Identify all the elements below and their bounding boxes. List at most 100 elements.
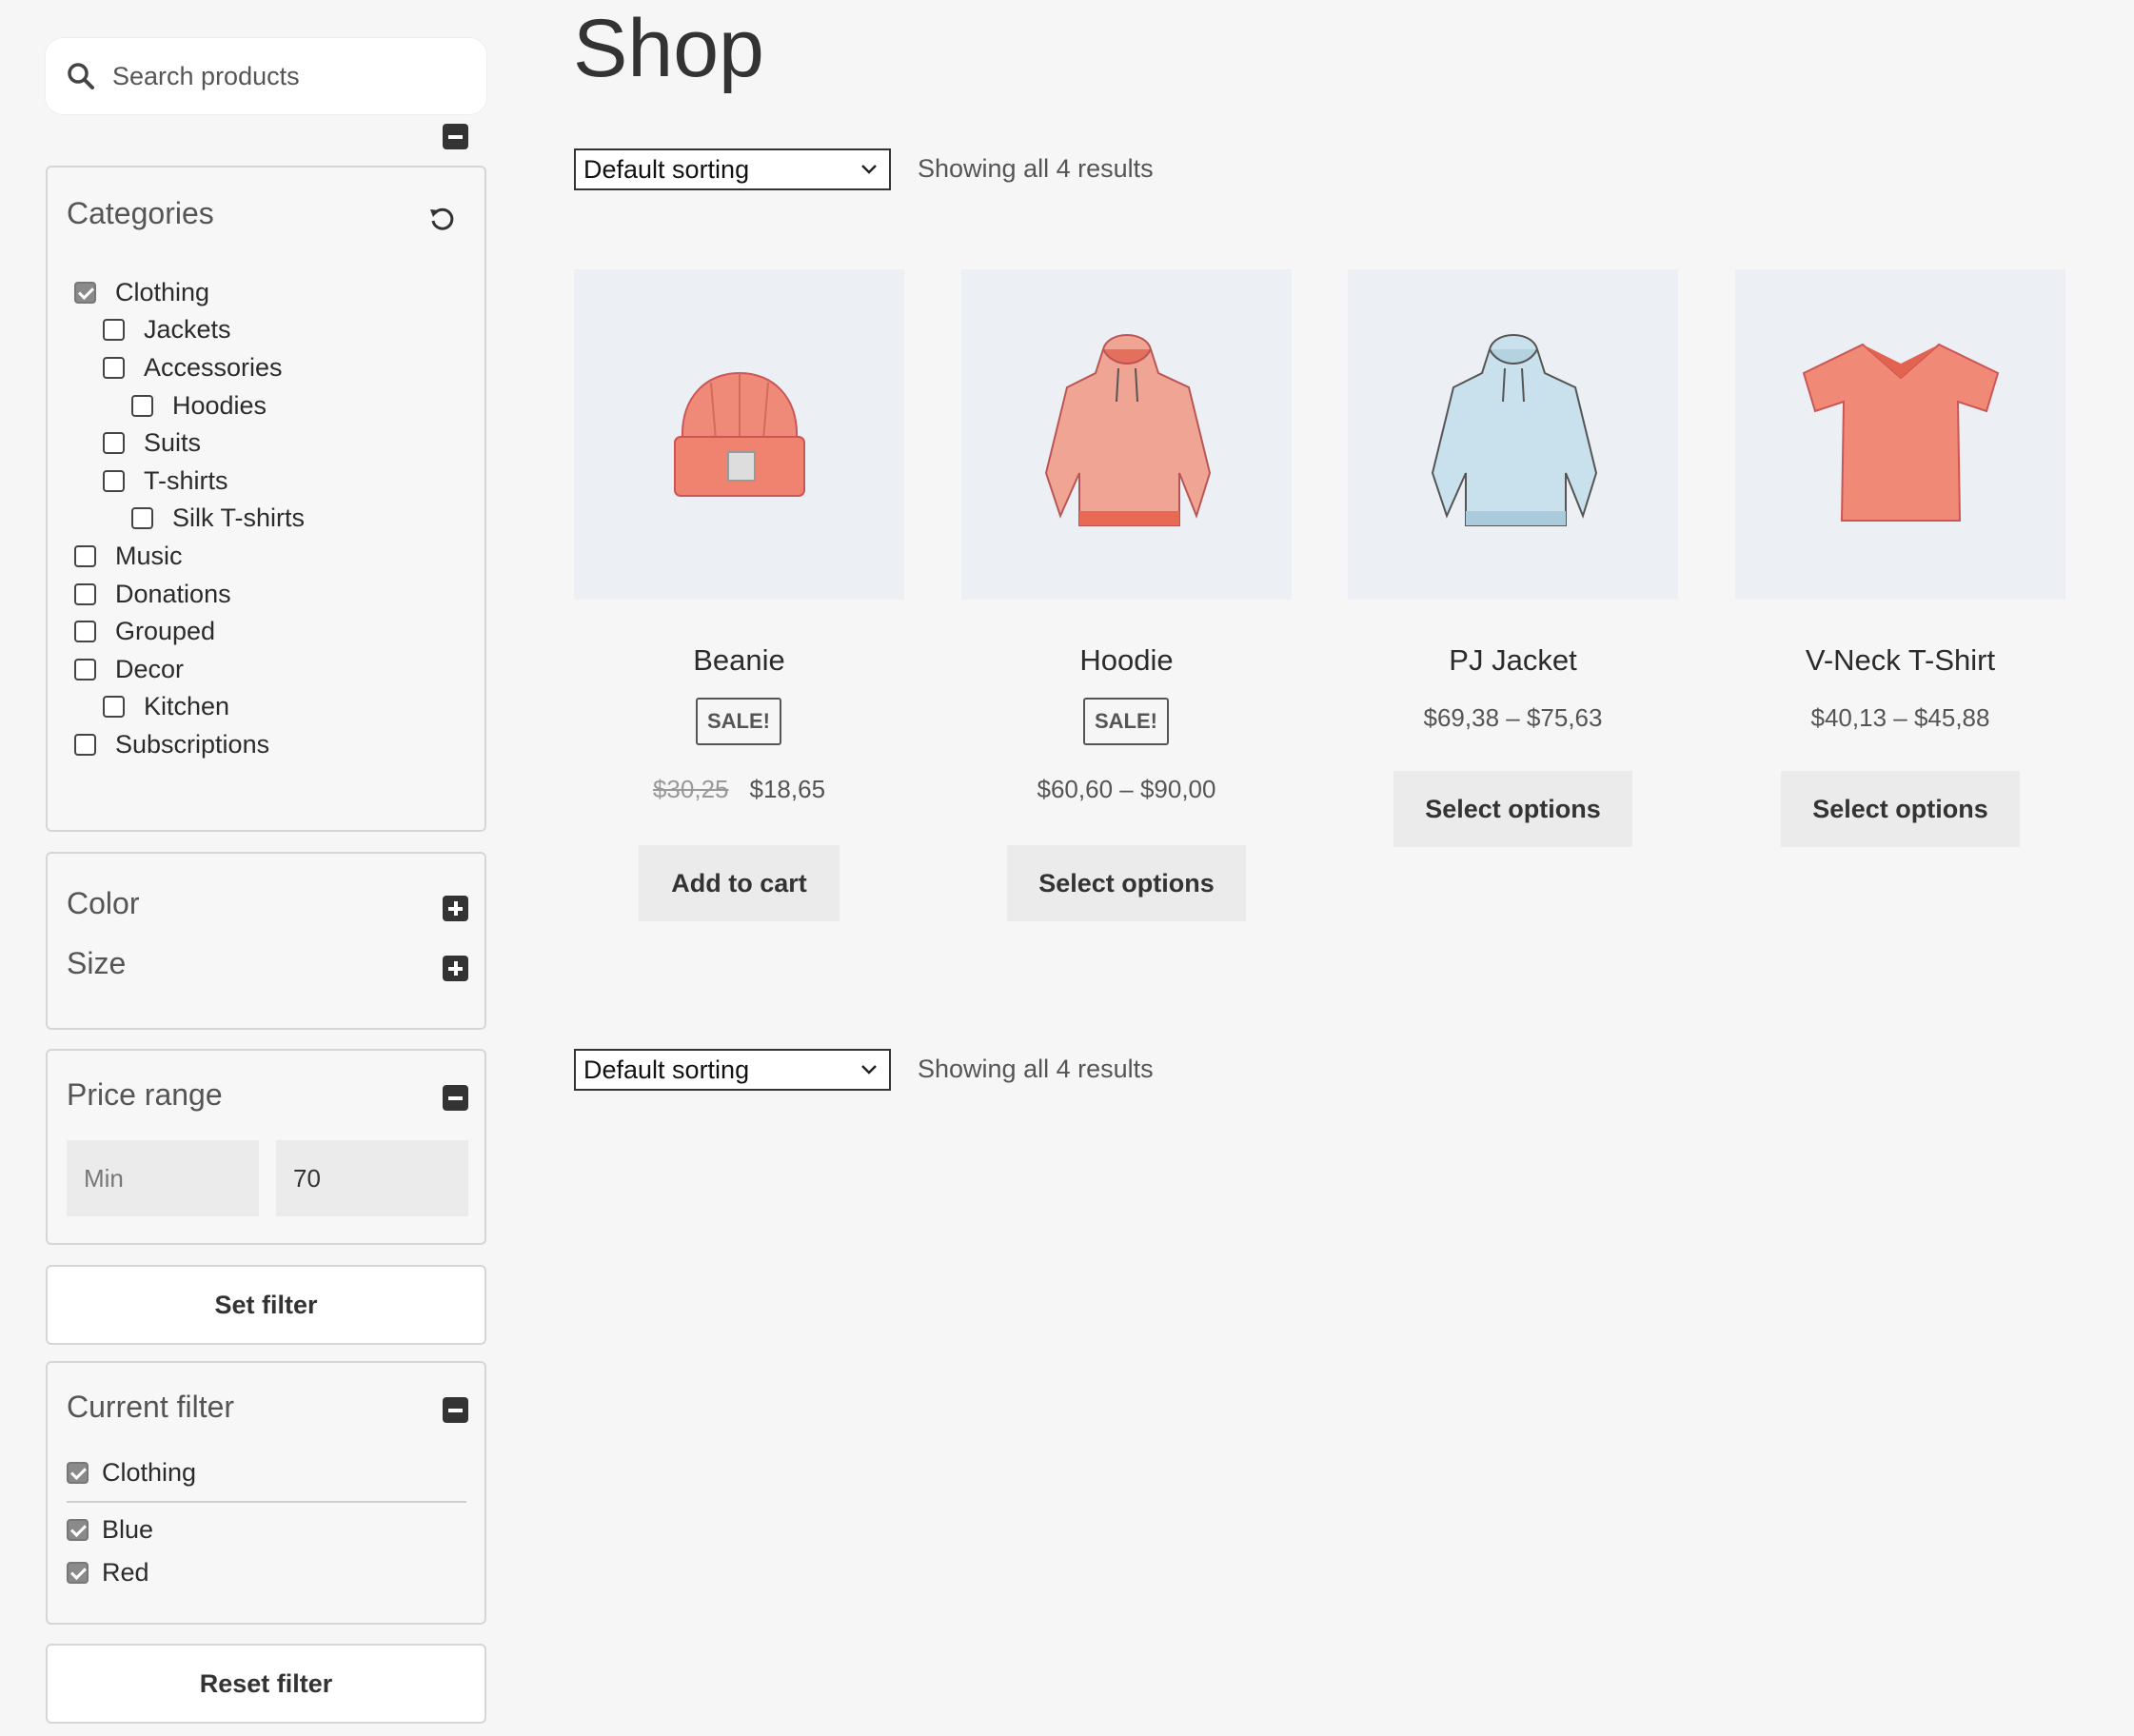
checkbox[interactable] [103,357,125,379]
current-filter-panel: Current filter Clothing Blue Red [46,1361,486,1625]
search-input[interactable]: Search products [46,38,486,114]
category-label: T-shirts [144,466,228,495]
search-icon [68,63,94,89]
checkbox[interactable] [131,507,153,529]
product-name[interactable]: V-Neck T-Shirt [1735,643,2065,678]
category-label: Kitchen [144,692,230,720]
category-grouped[interactable]: Grouped [74,617,215,646]
expand-size-icon[interactable] [443,956,468,981]
sorting-select-bottom[interactable]: Default sorting [574,1049,891,1091]
checkbox[interactable] [74,545,96,567]
sorting-value: Default sorting [583,154,750,184]
sale-badge: SALE! [696,698,781,745]
checkbox-checked[interactable] [67,1519,89,1541]
sorting-select-top[interactable]: Default sorting [574,148,891,190]
product-price: $30,25 $18,65 [574,775,904,804]
select-options-button[interactable]: Select options [1007,845,1246,921]
product-price: $40,13 – $45,88 [1810,703,1990,732]
sorting-value: Default sorting [583,1055,750,1084]
results-count-bottom: Showing all 4 results [918,1055,1154,1083]
filter-label: Clothing [102,1458,197,1487]
collapse-search-icon[interactable] [443,124,468,149]
category-label: Grouped [115,617,216,645]
filter-label: Red [102,1558,149,1587]
category-jackets[interactable]: Jackets [103,315,231,345]
category-donations[interactable]: Donations [74,580,231,609]
current-filter-title: Current filter [67,1390,235,1424]
reset-filter-button[interactable]: Reset filter [46,1644,486,1724]
category-kitchen[interactable]: Kitchen [103,692,229,721]
color-filter-title: Color [67,886,140,920]
categories-title: Categories [67,196,214,230]
price-range-title: Price range [67,1077,223,1112]
category-label: Hoodies [172,391,267,420]
category-accessories[interactable]: Accessories [103,353,283,383]
product-image[interactable] [1735,269,2065,600]
product-name[interactable]: PJ Jacket [1348,643,1678,678]
checkbox[interactable] [74,659,96,681]
category-clothing[interactable]: Clothing [74,278,209,307]
category-hoodies[interactable]: Hoodies [131,391,267,421]
category-label: Donations [115,580,231,608]
size-filter-title: Size [67,946,127,980]
results-count-top: Showing all 4 results [918,154,1154,183]
product-price: $60,60 – $90,00 [1037,775,1216,803]
product-name[interactable]: Beanie [574,643,904,678]
product-card: Hoodie SALE! $60,60 – $90,00 Select opti… [961,269,1292,921]
product-image[interactable] [961,269,1292,600]
sale-badge: SALE! [1083,698,1169,745]
product-card: PJ Jacket $69,38 – $75,63 Select options [1348,269,1678,847]
sale-price: $18,65 [749,775,826,803]
select-options-button[interactable]: Select options [1393,771,1632,847]
checkbox[interactable] [103,696,125,718]
price-max-input[interactable]: 70 [276,1140,468,1216]
checkbox-checked[interactable] [67,1562,89,1584]
search-placeholder: Search products [112,61,300,90]
category-decor[interactable]: Decor [74,655,184,684]
old-price: $30,25 [652,775,729,803]
add-to-cart-button[interactable]: Add to cart [639,845,840,921]
category-silk-t-shirts[interactable]: Silk T-shirts [131,503,305,533]
category-t-shirts[interactable]: T-shirts [103,466,228,496]
reset-categories-icon[interactable] [428,206,455,232]
category-suits[interactable]: Suits [103,428,201,458]
checkbox-checked[interactable] [74,282,96,304]
category-label: Clothing [115,278,210,306]
expand-color-icon[interactable] [443,896,468,921]
product-image[interactable] [1348,269,1678,600]
select-options-button[interactable]: Select options [1781,771,2020,847]
product-card: V-Neck T-Shirt $40,13 – $45,88 Select op… [1735,269,2065,847]
checkbox[interactable] [103,319,125,341]
checkbox[interactable] [131,395,153,417]
category-label: Music [115,542,183,570]
checkbox[interactable] [103,432,125,454]
active-filter-clothing[interactable]: Clothing [67,1458,196,1488]
filter-label: Blue [102,1515,154,1544]
checkbox[interactable] [74,621,96,642]
checkbox[interactable] [103,470,125,492]
active-filter-red[interactable]: Red [67,1558,149,1588]
category-label: Suits [144,428,202,457]
hoodie-icon [1044,333,1211,526]
product-image[interactable] [574,269,904,600]
chevron-down-icon [861,1065,877,1075]
price-min-input[interactable]: Min [67,1140,259,1216]
categories-panel: Categories Clothing Jackets Accessories … [46,166,486,832]
checkbox-checked[interactable] [67,1462,89,1484]
divider [67,1501,466,1503]
category-label: Subscriptions [115,730,270,759]
page-title: Shop [573,3,764,94]
product-price: $69,38 – $75,63 [1423,703,1603,732]
checkbox[interactable] [74,734,96,756]
active-filter-blue[interactable]: Blue [67,1515,153,1545]
checkbox[interactable] [74,583,96,605]
price-range-panel: Price range Min 70 [46,1049,486,1245]
category-label: Accessories [144,353,283,382]
category-subscriptions[interactable]: Subscriptions [74,730,269,760]
collapse-current-filter-icon[interactable] [443,1397,468,1423]
category-music[interactable]: Music [74,542,183,571]
attributes-panel: Color Size [46,852,486,1030]
collapse-price-icon[interactable] [443,1085,468,1111]
product-name[interactable]: Hoodie [961,643,1292,678]
set-filter-button[interactable]: Set filter [46,1265,486,1345]
